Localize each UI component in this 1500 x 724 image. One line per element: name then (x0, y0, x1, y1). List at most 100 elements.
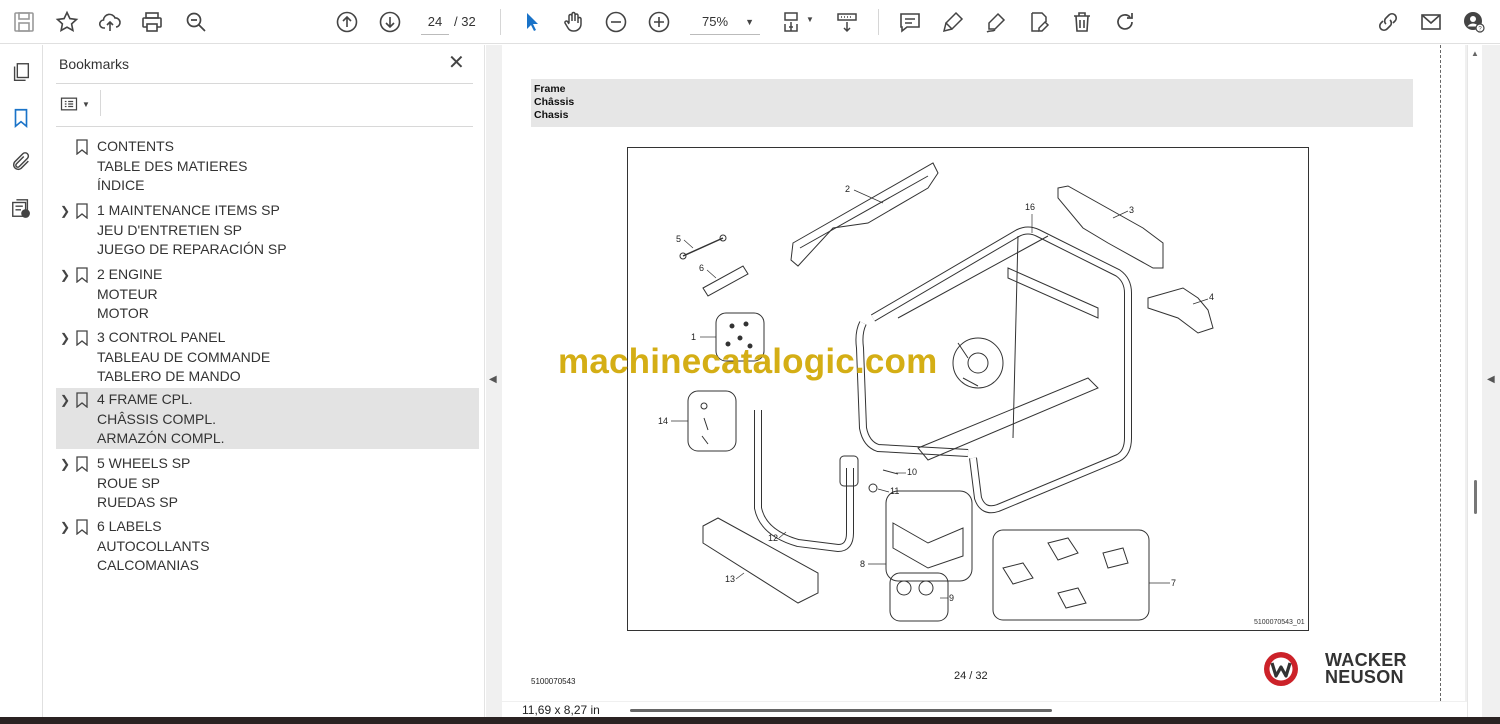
vertical-scrollbar[interactable]: ▲ (1467, 45, 1482, 717)
toolbar-divider (500, 9, 501, 35)
bookmark-line: AUTOCOLLANTS (97, 537, 210, 554)
zoom-select[interactable]: 75% ▼ (690, 9, 760, 35)
select-cursor-icon[interactable] (517, 8, 545, 36)
bookmark-flag-icon (76, 330, 88, 346)
divider (56, 126, 473, 127)
page-fit-chevron-icon[interactable]: ▼ (806, 15, 814, 24)
scroll-up-icon[interactable]: ▲ (1471, 49, 1479, 58)
svg-text:12: 12 (768, 533, 778, 543)
section-title-en: Frame (534, 83, 566, 95)
zoom-value: 75% (702, 14, 729, 29)
highlight-pen-icon[interactable] (939, 8, 967, 36)
print-icon[interactable] (138, 8, 166, 36)
horizontal-scrollbar[interactable] (630, 709, 1052, 712)
save-icon[interactable] (10, 8, 38, 36)
upload-cloud-icon[interactable] (96, 8, 124, 36)
bookmark-icon[interactable] (8, 105, 34, 131)
svg-text:5: 5 (676, 234, 681, 244)
chevron-right-icon[interactable]: ❯ (60, 268, 70, 282)
bookmarks-panel: Bookmarks ✕ ▼ CONTENTS TABLE DES MATIERE… (44, 45, 485, 717)
chevron-right-icon[interactable]: ❯ (60, 204, 70, 218)
mail-icon[interactable] (1417, 8, 1445, 36)
bookmark-line: MOTOR (97, 305, 149, 321)
bookmark-line: CHÂSSIS COMPL. (97, 410, 217, 427)
arrow-up-circle-icon[interactable] (333, 8, 361, 36)
callout-1: 1 (691, 332, 716, 342)
bookmark-engine[interactable]: ❯ 2 ENGINE MOTEUR MOTOR (56, 263, 479, 324)
share-link-icon[interactable] (1374, 8, 1402, 36)
document-properties-icon[interactable] (8, 195, 34, 221)
pages-thumbnails-icon[interactable] (8, 59, 34, 85)
wacker-neuson-logo (1264, 652, 1298, 686)
scroll-mode-icon[interactable] (833, 8, 861, 36)
fill-sign-icon[interactable] (1025, 8, 1053, 36)
rotate-icon[interactable] (1111, 8, 1139, 36)
bookmark-flag-icon (76, 519, 88, 535)
page-fit-icon[interactable] (778, 8, 806, 36)
callout-12: 12 (768, 531, 787, 543)
collapse-left-panel-icon[interactable]: ◀ (489, 374, 497, 385)
bookmark-line: TABLE DES MATIERES (97, 157, 248, 174)
svg-text:14: 14 (658, 416, 668, 426)
bookmark-contents[interactable]: CONTENTS TABLE DES MATIERES ÍNDICE (56, 135, 479, 196)
callout-2: 2 (845, 184, 884, 204)
signature-pen-icon[interactable] (982, 8, 1010, 36)
callout-13: 13 (725, 572, 745, 584)
callout-9: 9 (940, 593, 954, 603)
bookmark-labels[interactable]: ❯ 6 LABELS AUTOCOLLANTS CALCOMANIAS (56, 515, 479, 576)
brand-name-line-2: NEUSON (1325, 667, 1404, 687)
svg-text:1: 1 (691, 332, 696, 342)
page-size-label: 11,69 x 8,27 in (522, 703, 600, 717)
trash-icon[interactable] (1068, 8, 1096, 36)
svg-text:16: 16 (1025, 202, 1035, 212)
bookmark-line: 1 MAINTENANCE ITEMS SP (97, 202, 280, 218)
callout-11: 11 (877, 486, 899, 496)
bookmark-control-panel[interactable]: ❯ 3 CONTROL PANEL TABLEAU DE COMMANDE TA… (56, 326, 479, 387)
callout-layer: 2 16 3 5 6 4 1 14 10 11 12 8 13 7 9 (658, 184, 1214, 603)
toolbar-divider (878, 9, 879, 35)
zoom-search-icon[interactable] (182, 8, 210, 36)
zoom-in-icon[interactable] (645, 8, 673, 36)
account-help-icon[interactable]: ? (1460, 8, 1488, 36)
chevron-down-icon: ▼ (745, 17, 754, 27)
bookmark-line: CALCOMANIAS (97, 557, 199, 573)
section-title-fr: Châssis (534, 96, 575, 108)
bookmark-flag-icon (76, 456, 88, 472)
bookmark-label: 3 CONTROL PANEL TABLEAU DE COMMANDE TABL… (97, 328, 270, 387)
zoom-out-icon[interactable] (602, 8, 630, 36)
bookmark-options-button[interactable]: ▼ (59, 93, 93, 115)
navigation-rail (0, 45, 43, 717)
arrow-down-circle-icon[interactable] (376, 8, 404, 36)
callout-3: 3 (1112, 205, 1134, 219)
star-icon[interactable] (53, 8, 81, 36)
bookmark-line: JEU D'ENTRETIEN SP (97, 221, 243, 238)
chevron-right-icon[interactable]: ❯ (60, 393, 70, 407)
bookmark-label: 1 MAINTENANCE ITEMS SP JEU D'ENTRETIEN S… (97, 201, 287, 260)
comment-icon[interactable] (896, 8, 924, 36)
bookmark-maintenance-items[interactable]: ❯ 1 MAINTENANCE ITEMS SP JEU D'ENTRETIEN… (56, 199, 479, 260)
bookmark-frame-selected[interactable]: ❯ 4 FRAME CPL. CHÂSSIS COMPL. ARMAZÓN CO… (56, 388, 479, 449)
exploded-parts-diagram: 2 16 3 5 6 4 1 14 10 11 12 8 13 7 9 5100… (627, 147, 1309, 631)
page-boundary-dashed-line (1440, 45, 1441, 701)
chevron-down-icon: ▼ (82, 99, 90, 109)
page-total: / 32 (454, 14, 476, 29)
scroll-thumb[interactable] (1474, 480, 1477, 514)
expand-right-panel-icon[interactable]: ◀ (1487, 374, 1495, 385)
svg-text:8: 8 (860, 559, 865, 569)
hand-icon[interactable] (559, 8, 587, 36)
page-footer-number: 24 / 32 (954, 670, 988, 682)
bookmark-line: 2 ENGINE (97, 266, 163, 282)
page-number-input[interactable] (421, 9, 449, 35)
chevron-right-icon[interactable]: ❯ (60, 520, 70, 534)
svg-text:2: 2 (845, 184, 850, 194)
attachment-icon[interactable] (8, 149, 34, 175)
chevron-right-icon[interactable]: ❯ (60, 457, 70, 471)
close-icon[interactable]: ✕ (448, 53, 465, 73)
bookmark-label: CONTENTS TABLE DES MATIERES ÍNDICE (97, 137, 247, 196)
bookmark-label: 4 FRAME CPL. CHÂSSIS COMPL. ARMAZÓN COMP… (97, 390, 225, 449)
bookmark-label: 2 ENGINE MOTEUR MOTOR (97, 265, 162, 324)
svg-text:13: 13 (725, 574, 735, 584)
chevron-right-icon[interactable]: ❯ (60, 331, 70, 345)
bookmark-wheels[interactable]: ❯ 5 WHEELS SP ROUE SP RUEDAS SP (56, 452, 479, 513)
top-toolbar: / 32 75% ▼ ▼ (0, 0, 1500, 44)
